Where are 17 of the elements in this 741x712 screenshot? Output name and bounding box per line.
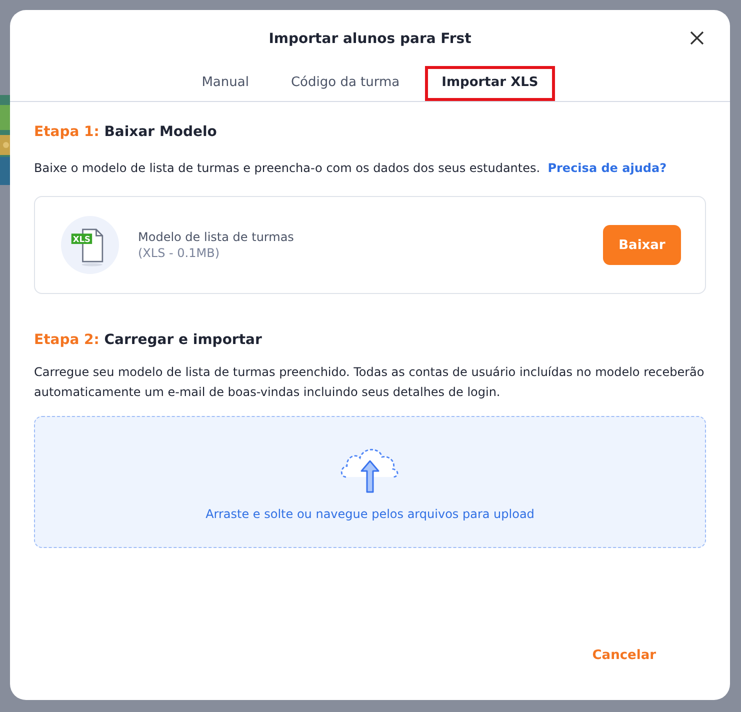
download-button[interactable]: Baixar — [603, 225, 681, 265]
tab[interactable]: Manual — [184, 66, 266, 101]
step-heading: Etapa 1: Baixar Modelo — [34, 124, 218, 140]
file-name: Modelo de lista de turmas — [138, 230, 295, 244]
dialog-title: Importar alunos para Frst — [268, 30, 472, 47]
upload-dropzone[interactable]: Arraste e solte ou navegue pelos arquivos para upload — [34, 416, 706, 548]
close-icon[interactable] — [690, 31, 704, 45]
step-heading: Etapa 2: Carregar e importar — [34, 332, 263, 348]
cancel-button[interactable]: Cancelar — [592, 644, 656, 667]
instruction-text: Baixe o modelo de lista de turmas e preencha-o com os dados dos seus estudantes. — [34, 161, 540, 175]
file-details: (XLS - 0.1MB) — [138, 246, 221, 260]
instruction-text: Carregue seu modelo de lista de turmas preenchido. Todas as contas de usuário incluídas no modelo receberão automaticamente um e-mail de boas-vindas incluindo seus detalhes de login. — [34, 364, 706, 401]
tab[interactable]: Importar XLS — [424, 66, 556, 101]
spreadsheet-file-icon: XLS — [61, 216, 119, 274]
dropzone-text: Arraste e solte ou navegue pelos arquivos para upload — [206, 507, 534, 521]
help-link[interactable]: Precisa de ajuda? — [548, 161, 667, 175]
tab[interactable]: Código da turma — [274, 66, 417, 101]
